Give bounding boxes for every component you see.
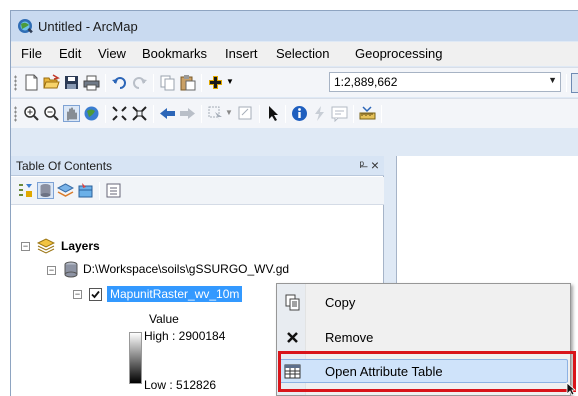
options-list-icon[interactable] [105, 182, 122, 199]
pan-hand-icon[interactable] [63, 105, 80, 122]
menu-file[interactable]: File [21, 46, 42, 61]
context-menu-remove[interactable]: Remove [277, 325, 570, 351]
mouse-cursor-icon [566, 382, 576, 396]
pin-icon[interactable]: ᵖ̶ [359, 158, 364, 172]
menu-edit[interactable]: Edit [59, 46, 81, 61]
layers-stack-icon [37, 238, 55, 254]
html-popup-icon[interactable] [331, 105, 348, 122]
forward-arrow-icon[interactable] [179, 105, 196, 122]
toc-toolbar [11, 177, 384, 205]
toolbar-separator [105, 74, 106, 92]
menu-view[interactable]: View [98, 46, 126, 61]
raster-stretch-ramp [129, 332, 142, 384]
context-menu-copy[interactable]: Copy [277, 290, 570, 316]
menu-bookmarks[interactable]: Bookmarks [142, 46, 207, 61]
print-icon[interactable] [83, 74, 100, 91]
list-by-source-icon[interactable] [37, 182, 54, 199]
copy-icon[interactable] [159, 74, 176, 91]
measure-ruler-icon[interactable] [359, 105, 376, 122]
toolbar-separator [201, 105, 202, 123]
layer-collapse-toggle[interactable]: − [73, 290, 82, 299]
add-data-icon[interactable] [207, 74, 224, 91]
clear-selection-icon[interactable] [237, 105, 254, 122]
highlight-annotation-box [278, 351, 576, 392]
toolbar-separator [353, 105, 354, 123]
back-arrow-icon[interactable] [159, 105, 176, 122]
tools-toolbar: ▼ [11, 98, 578, 128]
fixed-zoom-out-icon[interactable] [131, 105, 148, 122]
toolbar-separator [381, 105, 382, 123]
geodatabase-icon [64, 261, 78, 278]
select-features-icon[interactable] [207, 105, 224, 122]
redo-icon[interactable] [131, 74, 148, 91]
remove-label: Remove [325, 330, 374, 345]
legend-value-label: Value [149, 312, 179, 326]
map-scale-value: 1:2,889,662 [334, 75, 398, 89]
checkmark-icon [91, 290, 100, 299]
hyperlink-bolt-icon[interactable] [311, 105, 328, 122]
list-by-selection-icon[interactable] [77, 182, 94, 199]
standard-toolbar: ▼ 1:2,889,662 ▼ [11, 67, 578, 97]
remove-icon [287, 332, 298, 343]
scale-dropdown-icon[interactable]: ▼ [548, 75, 557, 85]
toolbar-separator [201, 74, 202, 92]
zoom-in-icon[interactable] [23, 105, 40, 122]
editor-toolbar-icon[interactable] [571, 73, 578, 93]
window-title: Untitled - ArcMap [38, 19, 138, 34]
add-data-dropdown-icon[interactable]: ▼ [226, 77, 234, 86]
menu-selection[interactable]: Selection [276, 46, 329, 61]
arcmap-logo-icon [18, 19, 33, 34]
map-scale-combobox[interactable]: 1:2,889,662 ▼ [329, 72, 561, 92]
paste-icon[interactable] [179, 74, 196, 91]
menu-geoprocessing[interactable]: Geoprocessing [355, 46, 442, 61]
layer-visibility-checkbox[interactable] [89, 288, 102, 301]
toolbar-separator [259, 105, 260, 123]
workspace-collapse-toggle[interactable]: − [47, 266, 56, 275]
menu-bar: File Edit View Bookmarks Insert Selectio… [11, 42, 578, 66]
zoom-out-icon[interactable] [43, 105, 60, 122]
toolbar-separator [99, 182, 100, 200]
legend-high-label: High : 2900184 [144, 329, 226, 343]
toolbar-grip[interactable] [14, 75, 17, 91]
open-folder-icon[interactable] [43, 74, 60, 91]
toolbar-separator [566, 74, 567, 92]
undo-icon[interactable] [111, 74, 128, 91]
copy-label: Copy [325, 295, 356, 310]
workspace-path-label[interactable]: D:\Workspace\soils\gSSURGO_WV.gd [83, 262, 289, 276]
new-document-icon[interactable] [23, 74, 40, 91]
toc-title: Table Of Contents [16, 159, 113, 173]
list-by-drawing-order-icon[interactable] [17, 182, 34, 199]
toolbar-separator [105, 105, 106, 123]
toolbar-separator [153, 105, 154, 123]
list-by-visibility-icon[interactable] [57, 182, 74, 199]
identify-icon[interactable] [291, 105, 308, 122]
fixed-zoom-in-icon[interactable] [111, 105, 128, 122]
toolbar-separator [285, 105, 286, 123]
save-icon[interactable] [63, 74, 80, 91]
layers-root-label[interactable]: Layers [61, 239, 100, 253]
select-elements-arrow-icon[interactable] [265, 105, 282, 122]
menu-insert[interactable]: Insert [225, 46, 258, 61]
layer-name-label[interactable]: MapunitRaster_wv_10m [107, 286, 243, 302]
legend-low-label: Low : 512826 [144, 378, 217, 392]
copy-icon [285, 294, 300, 311]
toc-header: Table Of Contents ᵖ̶ × [11, 156, 384, 176]
title-bar: Untitled - ArcMap [11, 11, 578, 41]
toolbar-grip[interactable] [14, 106, 17, 122]
toolbar-separator [153, 74, 154, 92]
layers-collapse-toggle[interactable]: − [21, 242, 30, 251]
full-extent-globe-icon[interactable] [83, 105, 100, 122]
select-dropdown-icon[interactable]: ▼ [225, 108, 233, 117]
close-icon[interactable]: × [371, 157, 379, 173]
